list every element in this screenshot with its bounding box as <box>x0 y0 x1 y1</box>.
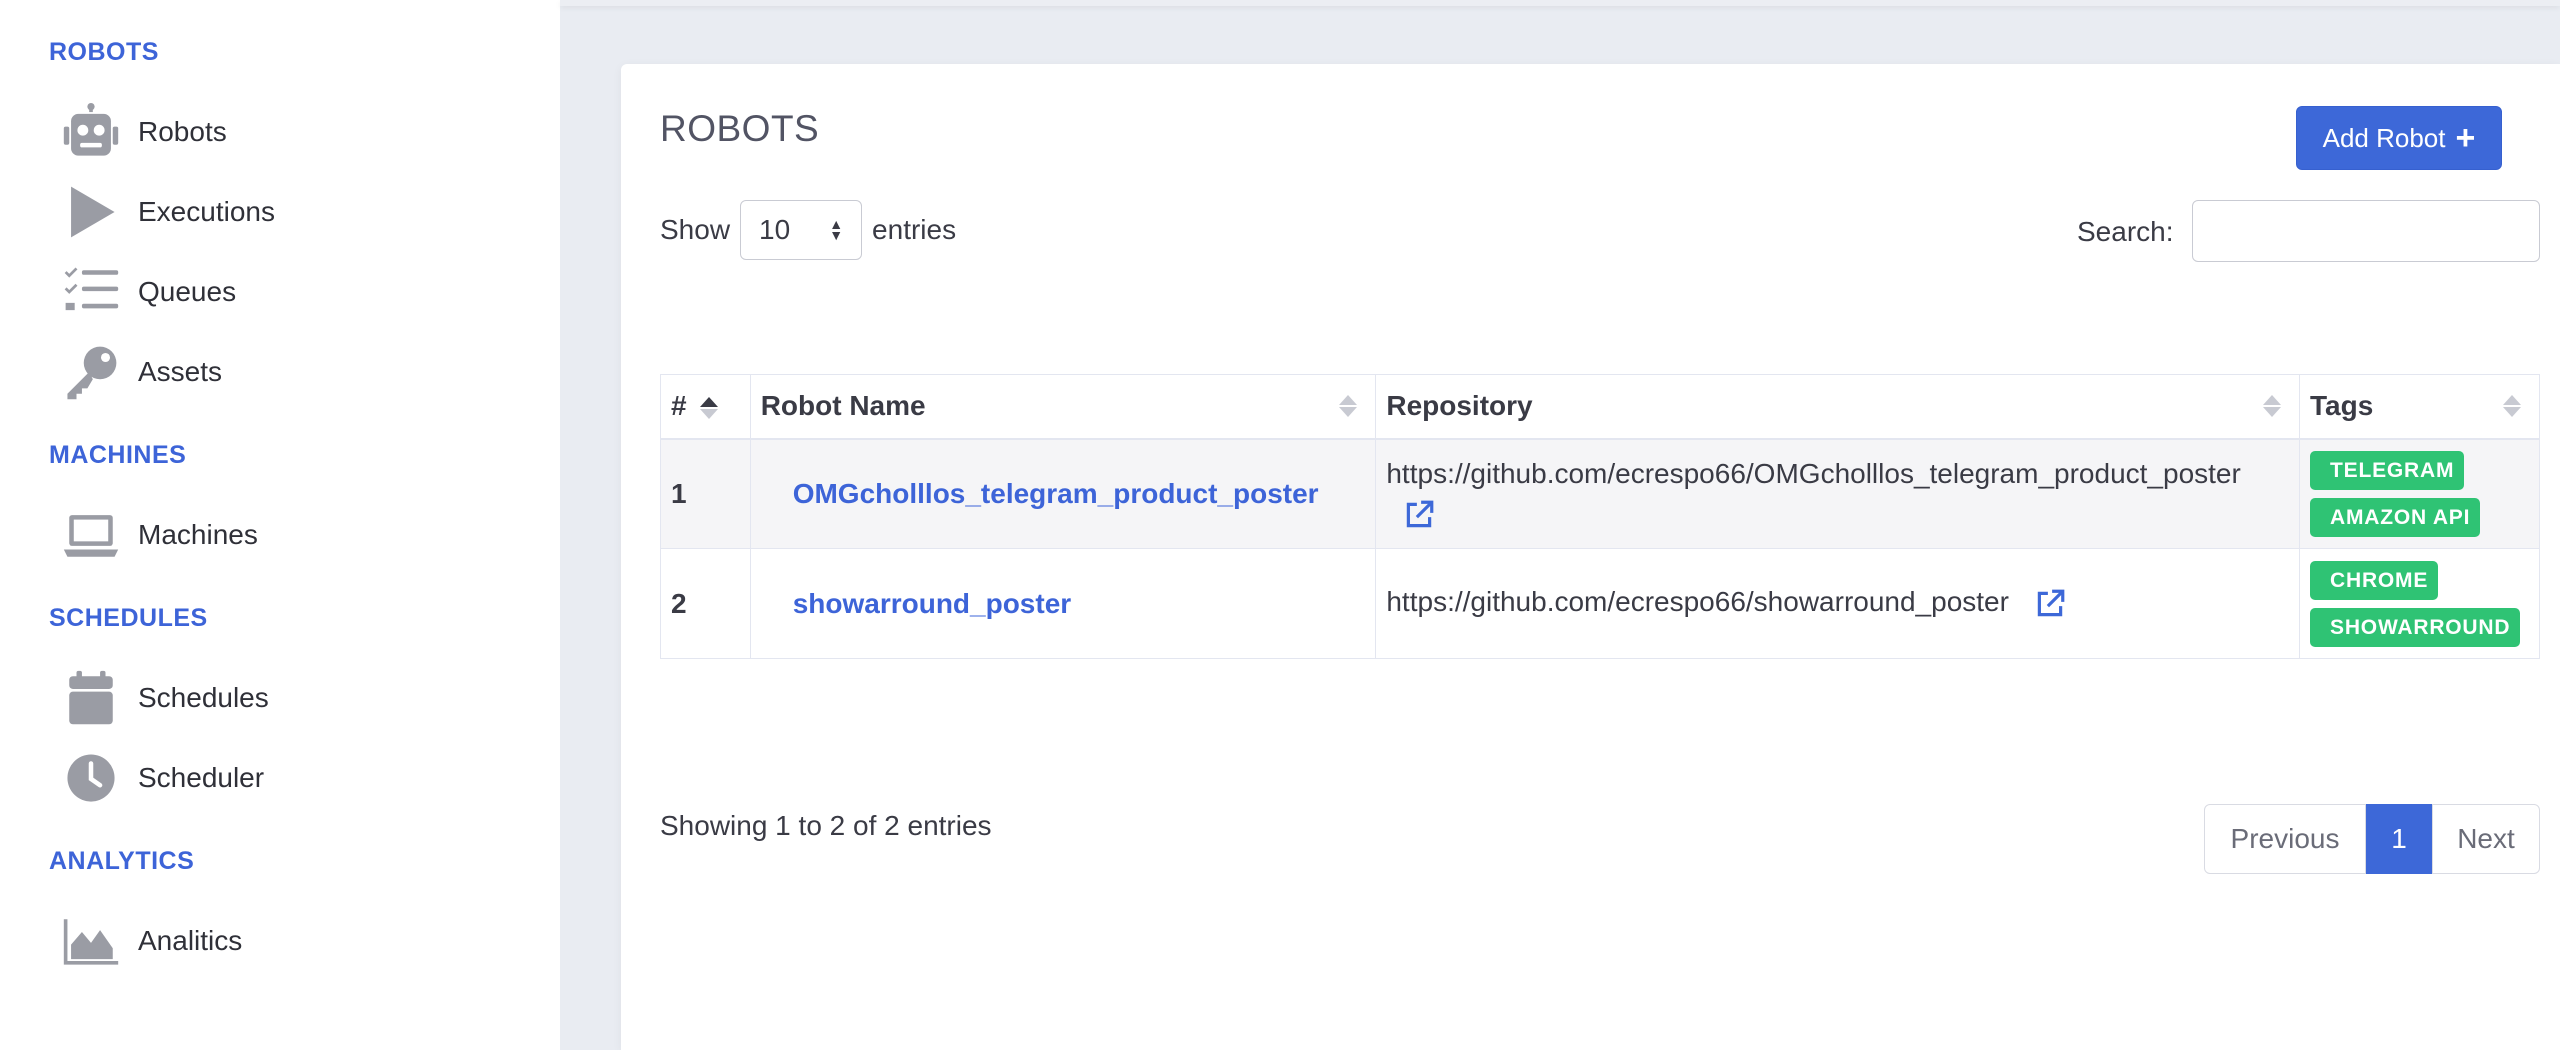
sort-asc-icon <box>700 396 719 419</box>
table-row: 2 showarround_poster https://github.com/… <box>660 548 2540 659</box>
search-label: Search: <box>2077 216 2174 247</box>
plus-icon: + <box>2455 119 2476 157</box>
page-title: ROBOTS <box>660 108 820 149</box>
play-icon <box>60 181 122 243</box>
page-length-select[interactable]: 10 ▲ ▼ <box>740 200 863 260</box>
sidebar-item-assets[interactable]: Assets <box>60 340 520 404</box>
sidebar-item-executions[interactable]: Executions <box>60 180 520 244</box>
robot-name-link[interactable]: OMGcholllos_telegram_product_poster <box>793 478 1319 509</box>
column-header-label: Tags <box>2310 390 2374 422</box>
search-input[interactable] <box>2192 200 2540 262</box>
sidebar-item-robots[interactable]: Robots <box>60 100 520 164</box>
sort-icon <box>2503 395 2521 418</box>
robot-icon <box>60 101 122 163</box>
column-header-robot-name[interactable]: Robot Name <box>749 374 1377 440</box>
repository-cell: https://github.com/ecrespo66/OMGcholllos… <box>1375 438 2301 549</box>
column-header-label: # <box>671 390 687 422</box>
page-length-control: Show 10 ▲ ▼ entries <box>660 200 956 260</box>
clock-icon <box>60 747 122 809</box>
show-label: Show <box>660 214 731 245</box>
tags-cell: CHROME SHOWARROUND <box>2299 548 2540 659</box>
tag-badge: SHOWARROUND <box>2310 607 2521 647</box>
sidebar-heading-analytics: ANALYTICS <box>49 847 195 875</box>
table-info: Showing 1 to 2 of 2 entries <box>660 810 992 841</box>
column-header-tags[interactable]: Tags <box>2299 374 2540 440</box>
column-header-label: Repository <box>1386 390 1533 422</box>
sidebar-item-label: Scheduler <box>138 762 265 793</box>
repository-url: https://github.com/ecrespo66/showarround… <box>1386 586 2009 618</box>
sidebar-item-scheduler[interactable]: Scheduler <box>60 746 520 810</box>
column-header-num[interactable]: # <box>660 374 751 440</box>
row-number: 2 <box>660 548 751 659</box>
previous-page-button[interactable]: Previous <box>2204 804 2366 874</box>
topbar <box>560 0 2560 6</box>
calendar-icon <box>60 667 122 729</box>
sidebar-item-schedules[interactable]: Schedules <box>60 666 520 730</box>
sidebar-item-analitics[interactable]: Analitics <box>60 909 520 973</box>
page-1-button[interactable]: 1 <box>2366 804 2432 874</box>
pagination: Previous 1 Next <box>2204 804 2540 874</box>
external-link-icon[interactable] <box>2033 587 2067 621</box>
table-row: 1 OMGcholllos_telegram_product_poster ht… <box>660 438 2540 549</box>
tag-badge: TELEGRAM <box>2310 450 2465 490</box>
tag-badge: AMAZON API <box>2310 497 2481 537</box>
sidebar-heading-robots: ROBOTS <box>49 38 159 66</box>
entries-label: entries <box>872 214 957 245</box>
sidebar-heading-schedules: SCHEDULES <box>49 604 208 632</box>
external-link-icon[interactable] <box>1402 498 1436 532</box>
sidebar-item-machines[interactable]: Machines <box>60 503 520 567</box>
sidebar-item-label: Robots <box>138 116 227 147</box>
column-header-label: Robot Name <box>760 390 926 422</box>
robot-name-cell: showarround_poster <box>749 548 1377 659</box>
table-header-row: # Robot Name Repository Tags <box>660 374 2540 440</box>
area-chart-icon <box>60 910 122 972</box>
add-robot-label: Add Robot <box>2322 122 2446 153</box>
sidebar: ROBOTS Robots Executions Queues Assets M… <box>0 0 560 1050</box>
repository-cell: https://github.com/ecrespo66/showarround… <box>1375 548 2301 659</box>
robot-name-link[interactable]: showarround_poster <box>793 588 1071 619</box>
key-icon <box>60 341 122 403</box>
sidebar-item-queues[interactable]: Queues <box>60 260 520 324</box>
sidebar-heading-machines: MACHINES <box>49 441 187 469</box>
repository-url: https://github.com/ecrespo66/OMGcholllos… <box>1386 457 2241 489</box>
tag-badge: CHROME <box>2310 560 2439 600</box>
laptop-icon <box>60 504 122 566</box>
sort-icon <box>2263 395 2282 418</box>
row-number: 1 <box>660 438 751 549</box>
list-check-icon <box>60 261 122 323</box>
next-page-button[interactable]: Next <box>2432 804 2540 874</box>
tags-cell: TELEGRAM AMAZON API <box>2299 438 2540 549</box>
column-header-repository[interactable]: Repository <box>1375 374 2301 440</box>
page-length-value: 10 <box>759 214 791 245</box>
select-arrows-icon: ▲ ▼ <box>829 216 844 243</box>
sidebar-item-label: Schedules <box>138 682 269 713</box>
sidebar-item-label: Analitics <box>138 925 243 956</box>
add-robot-button[interactable]: Add Robot + <box>2296 106 2502 170</box>
sidebar-item-label: Executions <box>138 196 275 227</box>
sidebar-item-label: Machines <box>138 519 258 550</box>
sidebar-item-label: Assets <box>138 356 223 387</box>
sort-icon <box>1339 395 1358 418</box>
robot-name-cell: OMGcholllos_telegram_product_poster <box>749 438 1377 549</box>
robots-table: # Robot Name Repository Tags 1 OMGcholll… <box>660 374 2540 659</box>
sidebar-item-label: Queues <box>138 276 237 307</box>
